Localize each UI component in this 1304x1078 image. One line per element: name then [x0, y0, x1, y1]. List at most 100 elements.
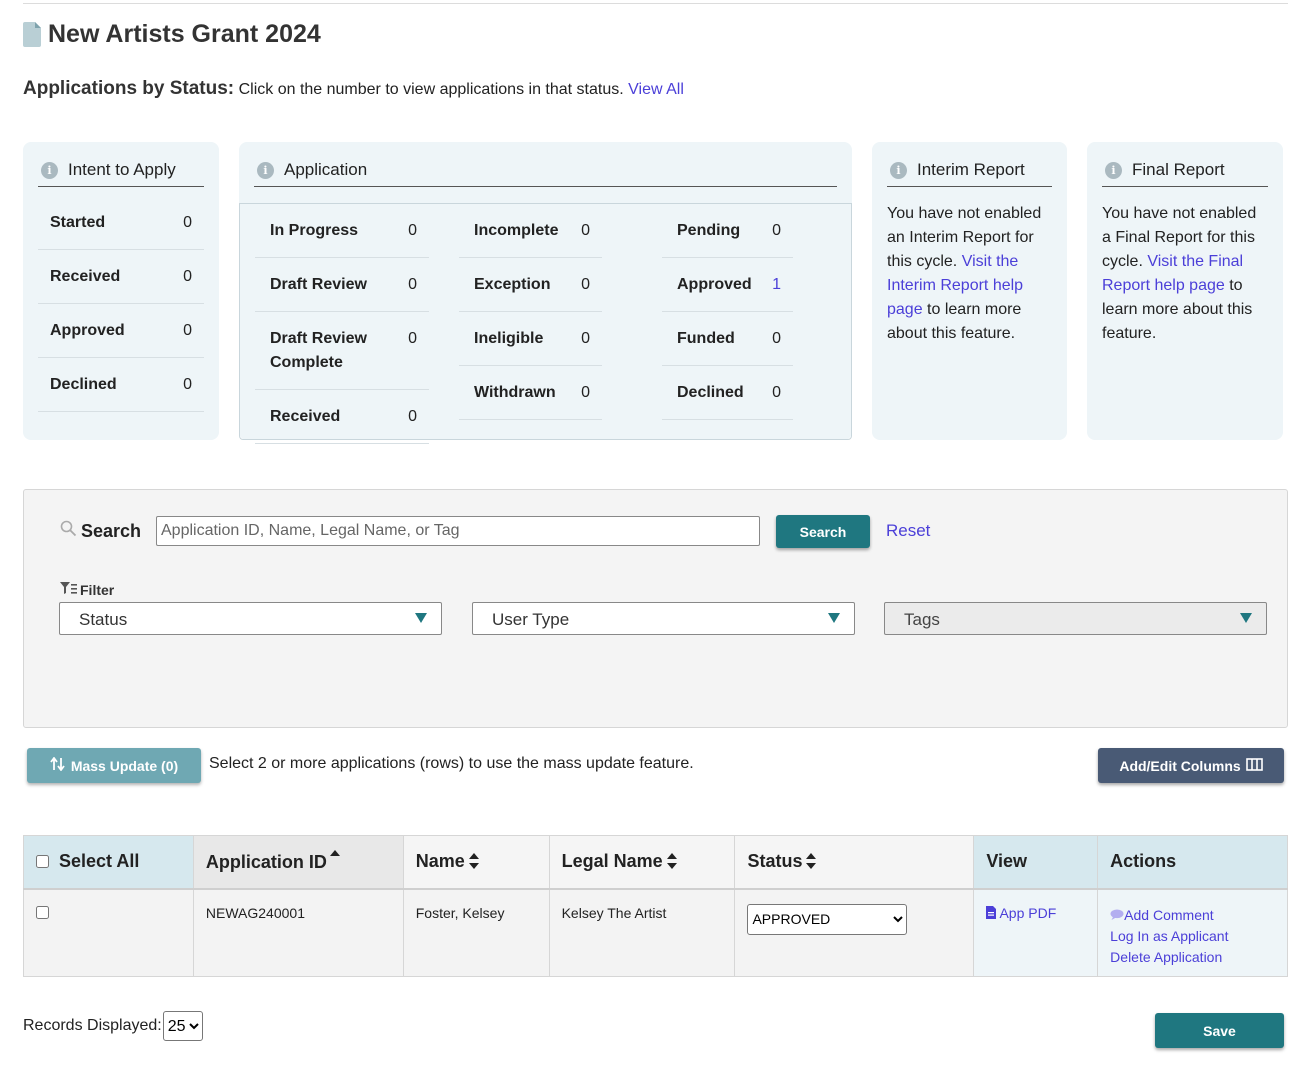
row-checkbox[interactable] — [36, 905, 49, 919]
reset-link[interactable]: Reset — [886, 521, 930, 541]
status-instruction: Click on the number to view applications… — [238, 81, 624, 98]
legal-name-header-label: Legal Name — [561, 851, 663, 872]
application-column-3: Pending 0 Approved 1 Funded 0 Declined 0 — [662, 204, 793, 420]
stat-label: Received — [50, 268, 121, 285]
app-pdf-link[interactable]: App PDF — [986, 905, 1056, 921]
filter-label-text: Filter — [80, 582, 115, 598]
stat-label: Ineligible — [474, 330, 544, 347]
stat-count: 0 — [183, 322, 192, 339]
name-header-label: Name — [415, 851, 465, 872]
select-all-header: Select All — [23, 835, 194, 890]
stat-row: Ineligible 0 — [459, 312, 602, 366]
intent-card-header: i Intent to Apply — [38, 142, 204, 187]
table-row: NEWAG240001 Foster, Kelsey Kelsey The Ar… — [23, 888, 1288, 977]
add-comment-label: Add Comment — [1124, 906, 1214, 923]
status-header[interactable]: Status — [734, 835, 975, 890]
info-icon[interactable]: i — [257, 161, 274, 179]
search-label-text: Search — [81, 520, 142, 541]
user-type-filter-select[interactable]: User Type — [472, 602, 855, 635]
search-input[interactable] — [156, 516, 760, 546]
stat-count: 0 — [408, 408, 417, 425]
search-icon — [60, 520, 77, 542]
select-all-checkbox[interactable] — [36, 855, 49, 869]
dropdown-caret-icon — [1240, 613, 1252, 623]
tags-filter-label: Tags — [904, 610, 940, 629]
stat-count: 0 — [772, 384, 781, 401]
records-per-page-select[interactable]: 25 — [162, 1011, 203, 1041]
intent-card: i Intent to Apply Started 0 Received 0 App… — [23, 142, 219, 440]
save-button[interactable]: Save — [1155, 1013, 1284, 1048]
approved-count-link[interactable]: 1 — [772, 273, 781, 297]
legal-name-header[interactable]: Legal Name — [548, 835, 736, 890]
stat-row: Declined 0 — [662, 366, 793, 420]
stat-label: Funded — [677, 330, 735, 347]
stat-count: 0 — [183, 376, 192, 393]
records-displayed: Records Displayed: 25 — [23, 1011, 203, 1041]
application-column-2: Incomplete 0 Exception 0 Ineligible 0 Withd… — [459, 204, 602, 420]
delete-application-link[interactable]: Delete Application — [1110, 947, 1275, 968]
stat-label: Approved — [677, 276, 752, 293]
stat-row: Received 0 — [38, 250, 204, 304]
stat-label: Draft Review — [270, 276, 367, 293]
info-icon[interactable]: i — [890, 161, 907, 179]
application-card-header: i Application — [254, 142, 837, 187]
sort-ascending-icon — [329, 850, 340, 866]
mass-update-button[interactable]: Mass Update (0) — [27, 748, 201, 783]
view-all-link[interactable]: View All — [628, 81, 684, 98]
comment-icon — [1110, 907, 1124, 923]
name-header[interactable]: Name — [402, 835, 550, 890]
application-id-header[interactable]: Application ID — [192, 835, 404, 890]
stat-row: Approved 0 — [38, 304, 204, 358]
stat-count: 0 — [772, 330, 781, 347]
stat-label: Incomplete — [474, 222, 559, 239]
actions-cell: Add Comment Log In as Applicant Delete A… — [1097, 888, 1288, 977]
stat-count: 0 — [183, 214, 192, 231]
sort-icon — [468, 853, 479, 870]
final-card-title: Final Report — [1132, 160, 1225, 179]
application-id-cell: NEWAG240001 — [192, 888, 404, 977]
applications-table: Select All Application ID Name Legal Nam… — [23, 835, 1288, 977]
info-icon[interactable]: i — [1105, 161, 1122, 179]
status-header: Applications by Status: Click on the num… — [23, 78, 684, 100]
search-panel: Search Search Reset Filter Status User T… — [23, 489, 1288, 728]
stat-row: Funded 0 — [662, 312, 793, 366]
stat-row: Received 0 — [255, 390, 429, 444]
name-cell: Foster, Kelsey — [402, 888, 550, 977]
top-divider — [23, 3, 1288, 4]
status-select[interactable]: APPROVED — [747, 903, 908, 935]
stat-row: Draft Review 0 — [255, 258, 429, 312]
stat-label: Exception — [474, 276, 551, 293]
status-filter-select[interactable]: Status — [59, 602, 442, 635]
tags-filter-select[interactable]: Tags — [884, 602, 1267, 635]
stat-label: Declined — [50, 376, 117, 393]
application-id-header-label: Application ID — [205, 852, 327, 873]
add-comment-link[interactable]: Add Comment — [1110, 905, 1275, 926]
search-label: Search — [60, 520, 141, 542]
stat-row: Pending 0 — [662, 204, 793, 258]
stat-row: Approved 1 — [662, 258, 793, 312]
search-button[interactable]: Search — [776, 515, 870, 548]
stat-label: Declined — [677, 384, 744, 401]
page-title: New Artists Grant 2024 — [48, 20, 321, 48]
stat-label: Withdrawn — [474, 384, 556, 401]
columns-icon — [1245, 757, 1263, 774]
stat-row: In Progress 0 — [255, 204, 429, 258]
final-report-message: You have not enabled a Final Report for … — [1087, 187, 1283, 346]
stat-count: 0 — [581, 222, 590, 239]
view-header-label: View — [986, 851, 1028, 872]
info-icon[interactable]: i — [41, 161, 58, 179]
dropdown-caret-icon — [828, 613, 840, 623]
add-edit-columns-button[interactable]: Add/Edit Columns — [1098, 748, 1284, 783]
pdf-icon — [986, 905, 997, 921]
actions-header-label: Actions — [1110, 851, 1177, 872]
log-in-as-applicant-link[interactable]: Log In as Applicant — [1110, 926, 1275, 947]
stat-count: 0 — [581, 384, 590, 401]
stat-count: 0 — [772, 222, 781, 239]
user-type-filter-label: User Type — [492, 610, 570, 629]
view-header: View — [973, 835, 1099, 890]
stat-label: Approved — [50, 322, 125, 339]
stat-label: Received — [270, 408, 341, 425]
stat-row: Incomplete 0 — [459, 204, 602, 258]
stat-row: Draft Review Complete 0 — [255, 312, 429, 390]
status-filter-label: Status — [79, 610, 128, 629]
